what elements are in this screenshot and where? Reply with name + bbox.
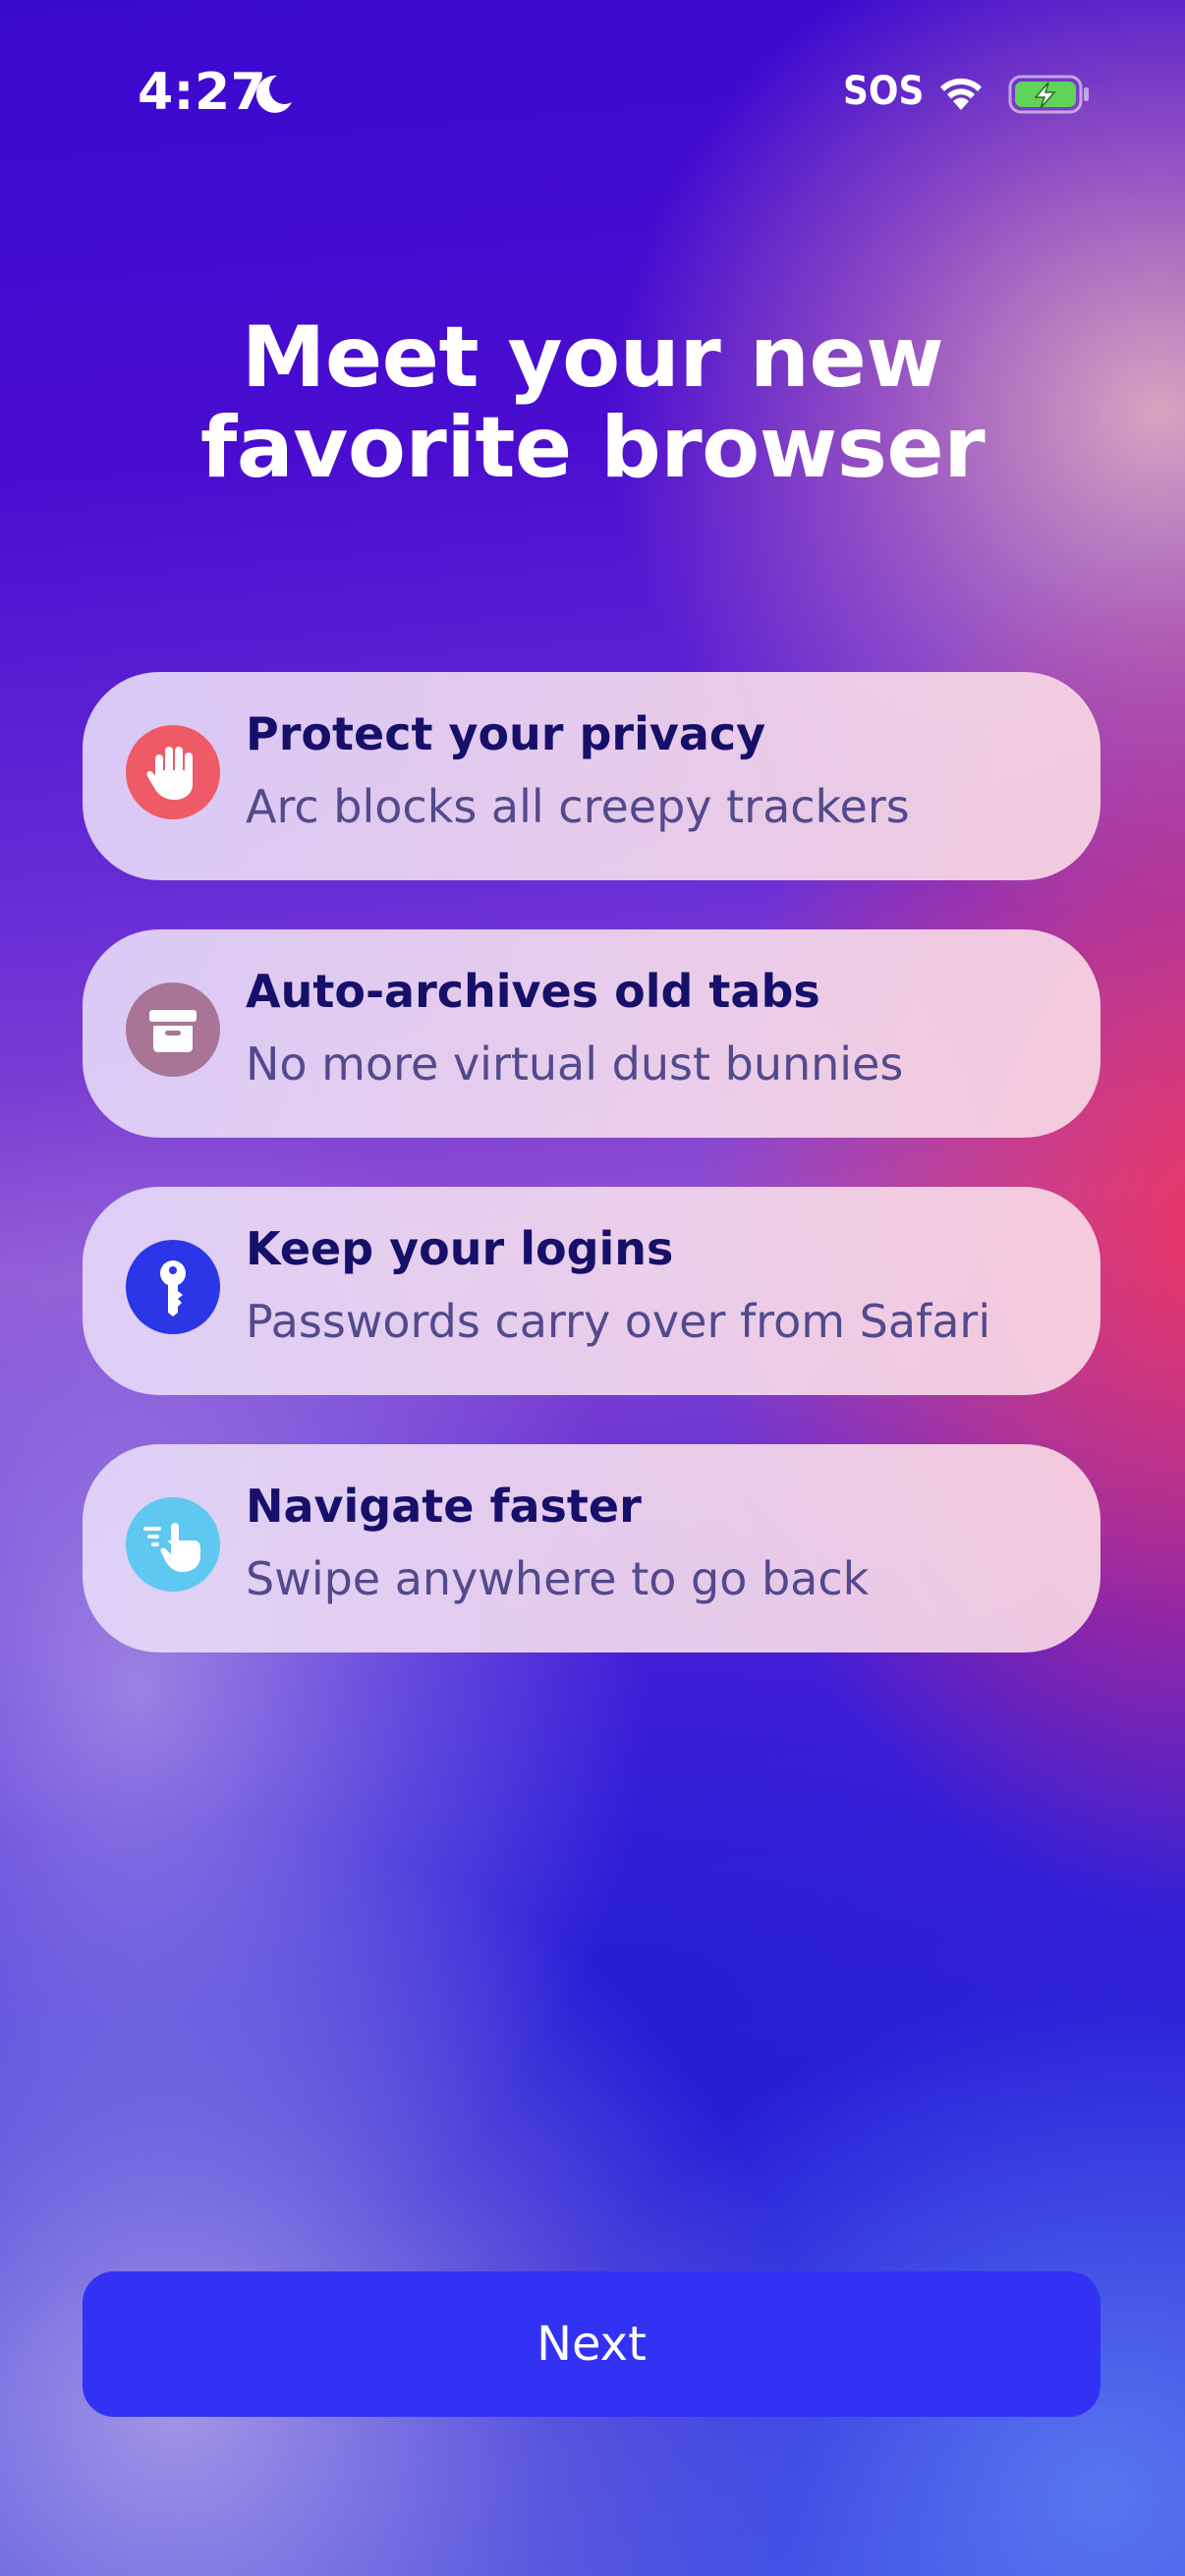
page-title-line-2: favorite browser bbox=[199, 399, 986, 497]
archive-box-icon bbox=[126, 982, 220, 1077]
key-icon bbox=[126, 1240, 220, 1334]
feature-list: Protect your privacy Arc blocks all cree… bbox=[83, 672, 1100, 1702]
feature-card-privacy: Protect your privacy Arc blocks all cree… bbox=[83, 672, 1100, 880]
wifi-icon bbox=[940, 78, 982, 110]
feature-subtitle: Arc blocks all creepy trackers bbox=[246, 780, 910, 833]
feature-title: Protect your privacy bbox=[246, 707, 766, 760]
feature-card-logins: Keep your logins Passwords carry over fr… bbox=[83, 1187, 1100, 1395]
feature-card-navigate: Navigate faster Swipe anywhere to go bac… bbox=[83, 1444, 1100, 1652]
status-time: 4:27 bbox=[138, 63, 267, 122]
next-button[interactable]: Next bbox=[83, 2271, 1100, 2417]
feature-subtitle: No more virtual dust bunnies bbox=[246, 1037, 904, 1091]
moon-icon bbox=[255, 75, 292, 113]
feature-subtitle: Swipe anywhere to go back bbox=[246, 1552, 870, 1605]
page-title-line-1: Meet your new bbox=[241, 308, 944, 407]
feature-card-archive: Auto-archives old tabs No more virtual d… bbox=[83, 929, 1100, 1138]
status-bar: 4:27 SOS bbox=[0, 0, 1185, 196]
page-title: Meet your new favorite browser bbox=[0, 312, 1185, 493]
sos-indicator: SOS bbox=[843, 69, 925, 114]
onboarding-screen: 4:27 SOS Meet your new favorite browser bbox=[0, 0, 1185, 2576]
swipe-hand-icon bbox=[126, 1497, 220, 1592]
feature-title: Auto-archives old tabs bbox=[246, 965, 820, 1018]
feature-subtitle: Passwords carry over from Safari bbox=[246, 1295, 991, 1348]
battery-charging-icon bbox=[1008, 75, 1089, 114]
feature-title: Navigate faster bbox=[246, 1480, 642, 1533]
hand-stop-icon bbox=[126, 725, 220, 819]
feature-title: Keep your logins bbox=[246, 1222, 674, 1275]
